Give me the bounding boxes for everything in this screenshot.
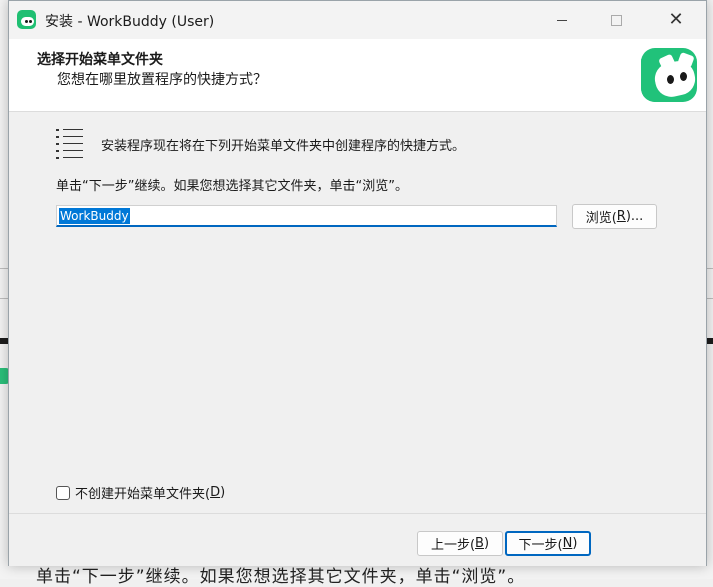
browse-hotkey: R xyxy=(616,209,626,224)
back-label-post: ) xyxy=(483,536,490,551)
list-icon xyxy=(56,129,86,161)
no-folder-label-post: ) xyxy=(220,485,226,500)
close-icon: ✕ xyxy=(668,9,684,30)
close-button[interactable]: ✕ xyxy=(653,1,699,39)
back-label-pre: 上一步( xyxy=(430,538,476,553)
next-hotkey: N xyxy=(562,536,573,551)
installer-dialog: 安装 - WorkBuddy (User) ✕ 选择开始菜单文件夹 您想在哪里放… xyxy=(8,0,707,566)
back-hotkey: B xyxy=(475,536,484,551)
wizard-body: 安装程序现在将在下列开始菜单文件夹中创建程序的快捷方式。 单击“下一步”继续。如… xyxy=(9,112,706,512)
back-button[interactable]: 上一步(B) xyxy=(417,531,503,556)
window-title: 安装 - WorkBuddy (User) xyxy=(45,14,215,30)
instruction-text: 单击“下一步”继续。如果您想选择其它文件夹，单击“浏览”。 xyxy=(56,179,408,194)
title-bar[interactable]: 安装 - WorkBuddy (User) ✕ xyxy=(9,1,706,39)
no-folder-hotkey: D xyxy=(210,485,221,500)
description-text: 安装程序现在将在下列开始菜单文件夹中创建程序的快捷方式。 xyxy=(101,139,466,154)
no-folder-option[interactable]: 不创建开始菜单文件夹(D) xyxy=(56,483,225,502)
maximize-icon xyxy=(610,14,622,26)
page-subtitle: 您想在哪里放置程序的快捷方式？ xyxy=(57,72,267,88)
wizard-footer: 上一步(B) 下一步(N) xyxy=(9,513,706,566)
folder-input-value: WorkBuddy xyxy=(59,208,130,224)
next-button[interactable]: 下一步(N) xyxy=(505,531,591,556)
browse-label-pre: 浏览( xyxy=(585,211,617,226)
maximize-button xyxy=(593,1,639,39)
next-label-pre: 下一步( xyxy=(518,538,563,553)
no-folder-checkbox[interactable] xyxy=(56,485,70,500)
workbuddy-app-icon xyxy=(17,10,36,29)
browse-label-post: )... xyxy=(625,209,644,224)
workbuddy-logo xyxy=(641,48,697,102)
minimize-button[interactable] xyxy=(539,1,585,39)
next-label-post: ) xyxy=(572,536,578,551)
minimize-icon xyxy=(557,19,567,21)
start-menu-folder-input[interactable]: WorkBuddy xyxy=(56,205,557,227)
wizard-header: 选择开始菜单文件夹 您想在哪里放置程序的快捷方式？ xyxy=(9,39,706,112)
page-title: 选择开始菜单文件夹 xyxy=(37,52,163,68)
browse-button[interactable]: 浏览(R)... xyxy=(572,204,657,229)
no-folder-label-pre: 不创建开始菜单文件夹( xyxy=(75,487,211,502)
